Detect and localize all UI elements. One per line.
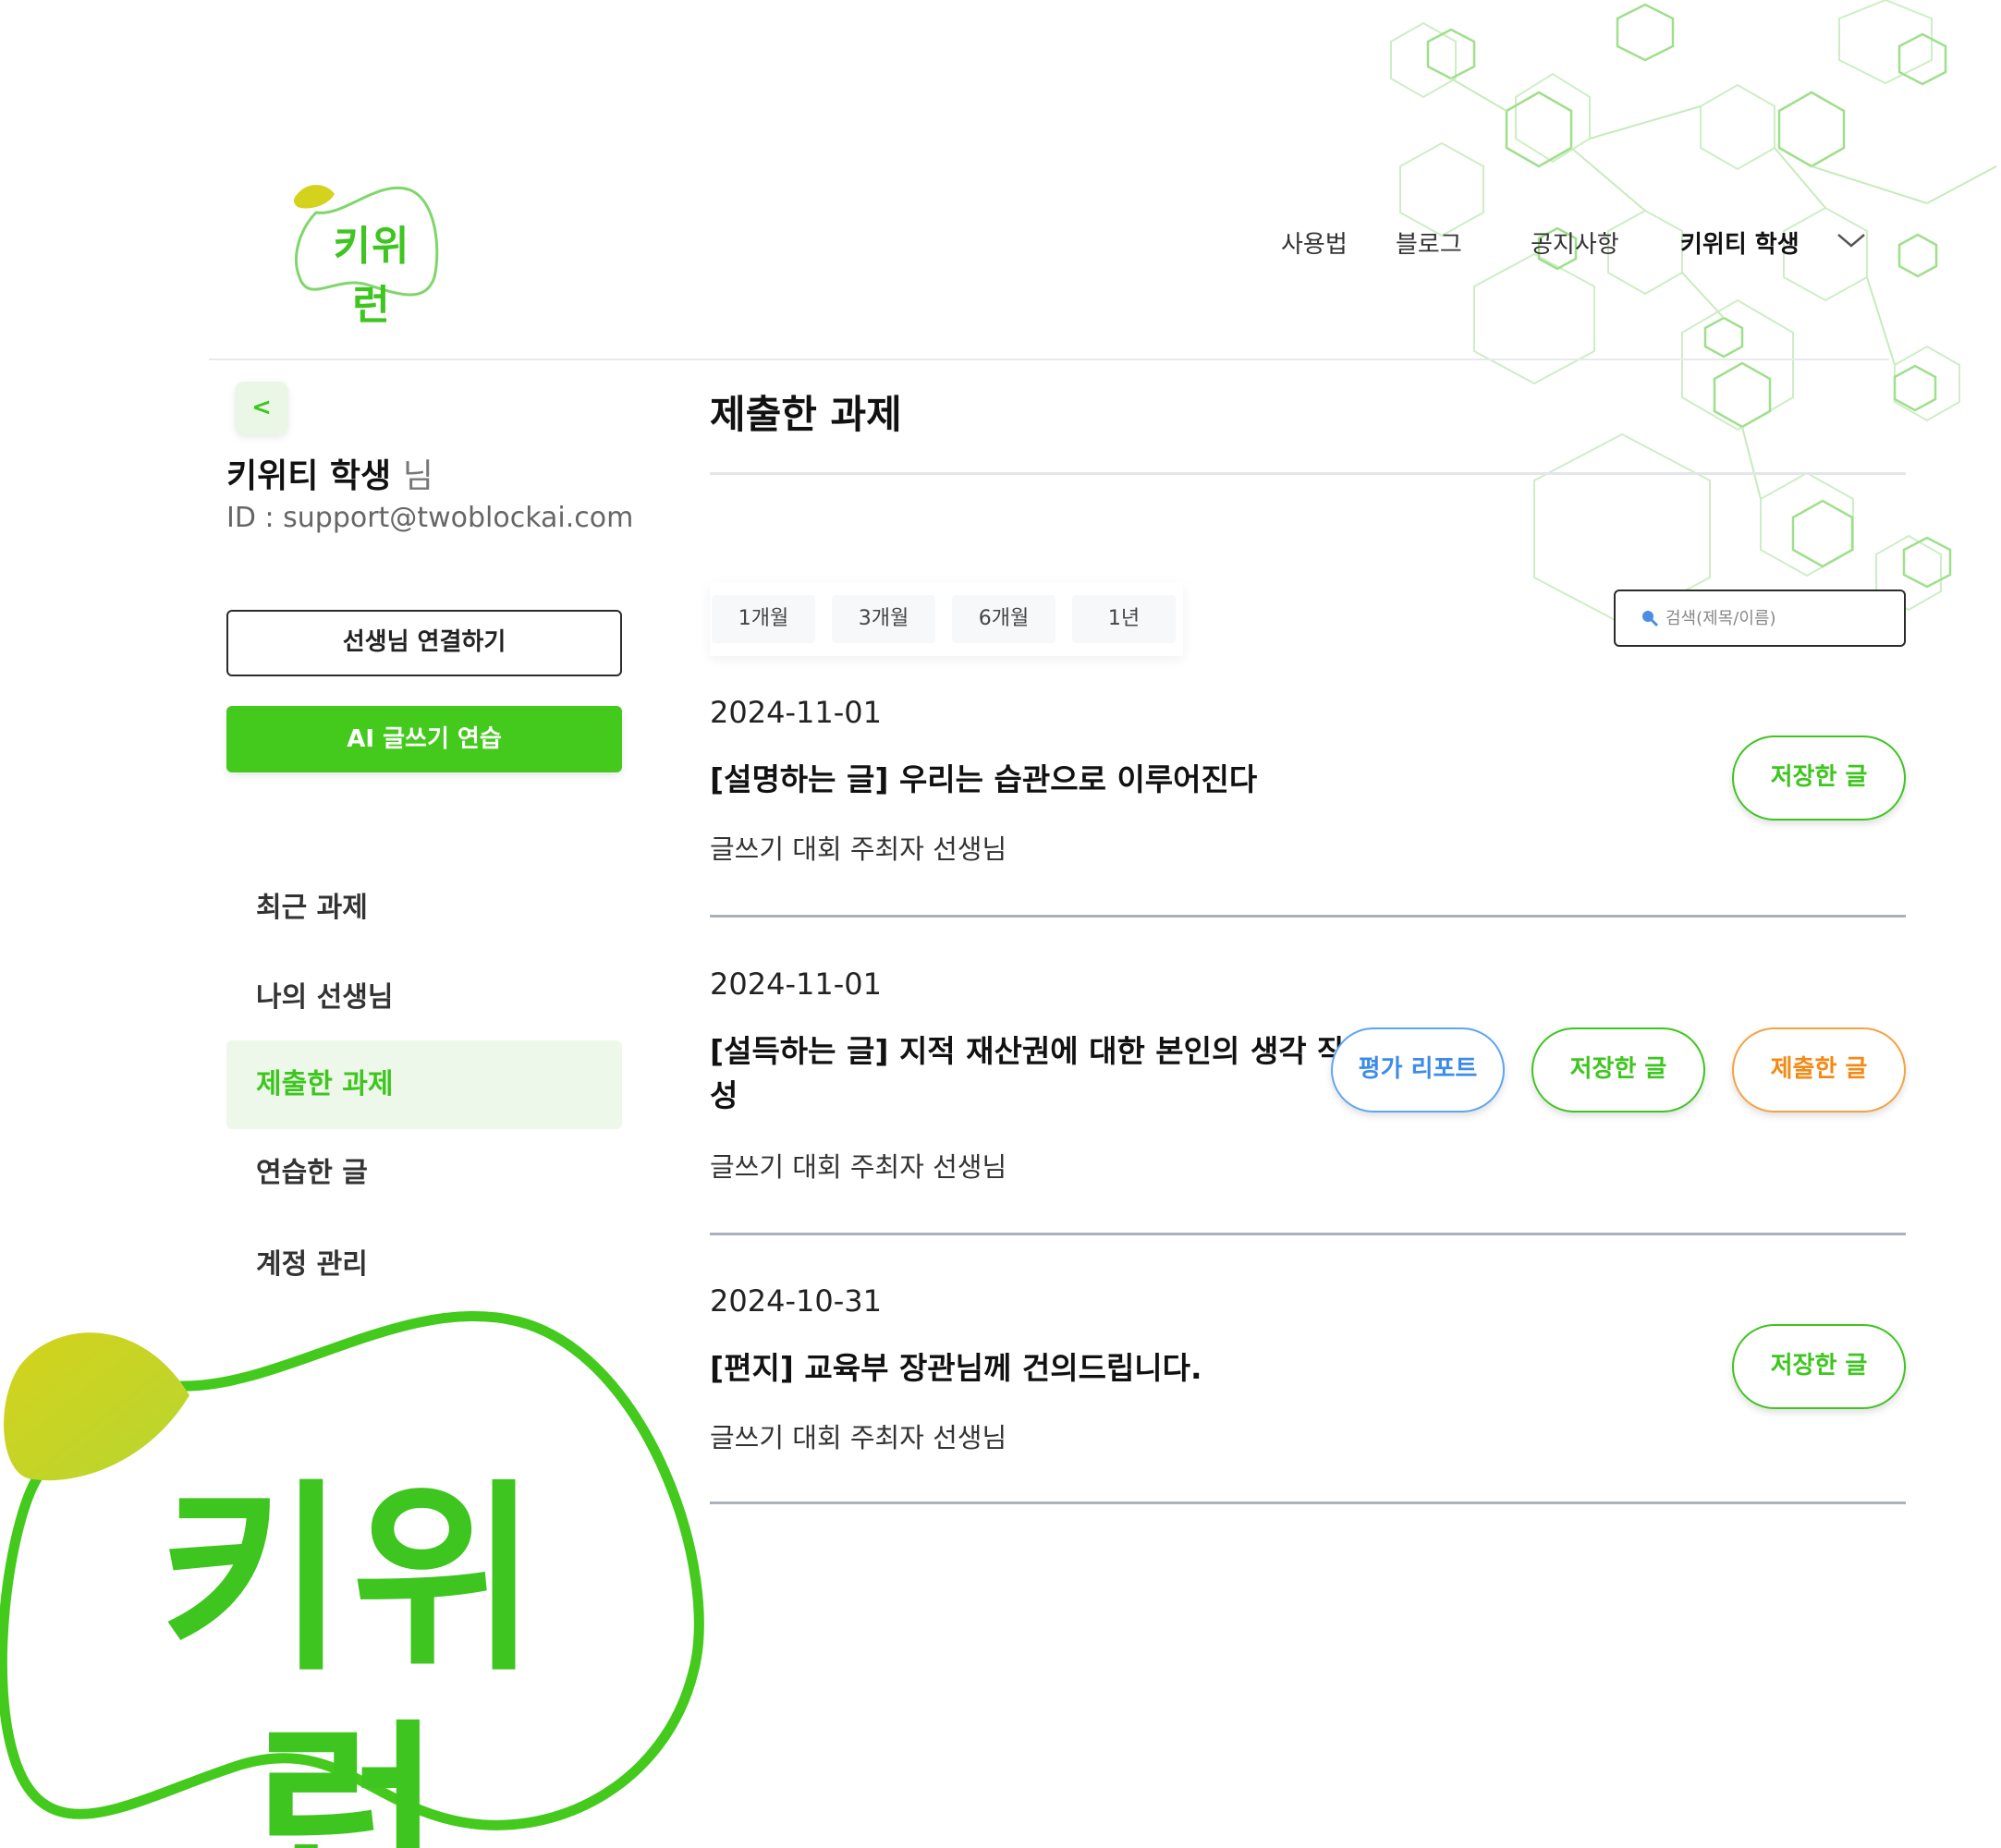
- assignment-title[interactable]: [설명하는 글] 우리는 습관으로 이루어진다: [710, 758, 1634, 802]
- assignment-divider: [710, 1502, 1906, 1504]
- magnifier-icon: [1642, 611, 1659, 627]
- nav-item-notice[interactable]: 공지사항: [1531, 225, 1619, 260]
- evaluation-report-button[interactable]: 평가 리포트: [1331, 1027, 1505, 1112]
- user-name: 키위티 학생 님: [226, 449, 433, 497]
- nav-item-blog[interactable]: 블로그: [1396, 225, 1462, 260]
- assignment-teacher: 글쓰기 대회 주최자 선생님: [710, 833, 1007, 865]
- title-divider: [710, 472, 1906, 475]
- assignment-item: 2024-11-01 [설득하는 글] 지적 재산권에 대한 본인의 생각 작성…: [710, 967, 1906, 1244]
- assignment-item: 2024-11-01 [설명하는 글] 우리는 습관으로 이루어진다 글쓰기 대…: [710, 695, 1906, 921]
- period-tab-6-months[interactable]: 6개월: [952, 595, 1055, 643]
- sidebar-item-submitted-assignments[interactable]: 제출한 과제: [226, 1040, 622, 1129]
- page-title: 제출한 과제: [710, 392, 902, 437]
- nav-user-menu[interactable]: 키위티 학생: [1680, 225, 1800, 260]
- assignment-teacher: 글쓰기 대회 주최자 선생님: [710, 1422, 1007, 1453]
- header-divider: [209, 359, 1889, 360]
- period-filter: 1개월 3개월 6개월 1년: [710, 582, 1183, 656]
- chevron-down-icon[interactable]: [1835, 229, 1868, 251]
- logo-large: 키위런: [0, 1303, 712, 1848]
- sidebar-item-account-settings[interactable]: 계정 관리: [226, 1221, 622, 1309]
- saved-writing-button[interactable]: 저장한 글: [1732, 736, 1906, 821]
- nav-item-usage[interactable]: 사용법: [1281, 225, 1348, 260]
- period-tab-1-year[interactable]: 1년: [1072, 595, 1176, 643]
- user-name-suffix: 님: [402, 457, 433, 495]
- connect-teacher-button[interactable]: 선생님 연결하기: [226, 610, 622, 676]
- assignment-divider: [710, 915, 1906, 918]
- page: 키위런 사용법 블로그 공지사항 키위티 학생 < 키위티 학생 님 ID : …: [0, 0, 2001, 1848]
- user-name-text: 키위티 학생: [226, 457, 392, 495]
- logo-text: 키위런: [333, 223, 410, 329]
- assignment-title[interactable]: [편지] 교육부 장관님께 건의드립니다.: [710, 1346, 1634, 1391]
- assignment-date: 2024-11-01: [710, 695, 882, 730]
- logo-large-text: 키위런: [158, 1462, 544, 1848]
- user-id: ID : support@twoblockai.com: [226, 502, 634, 534]
- sidebar-item-recent-assignments[interactable]: 최근 과제: [226, 864, 622, 953]
- ai-writing-practice-button[interactable]: AI 글쓰기 연습: [226, 706, 622, 772]
- saved-writing-button[interactable]: 저장한 글: [1531, 1027, 1705, 1112]
- search-input[interactable]: [1665, 608, 1897, 628]
- logo-small[interactable]: 키위런: [288, 176, 445, 329]
- period-tab-3-months[interactable]: 3개월: [832, 595, 935, 643]
- sidebar-item-my-teacher[interactable]: 나의 선생님: [226, 954, 622, 1042]
- submitted-writing-button[interactable]: 제출한 글: [1732, 1027, 1906, 1112]
- assignment-divider: [710, 1233, 1906, 1235]
- assignment-teacher: 글쓰기 대회 주최자 선생님: [710, 1151, 1007, 1183]
- assignment-date: 2024-10-31: [710, 1283, 882, 1319]
- sidebar-item-practiced-writing[interactable]: 연습한 글: [226, 1129, 622, 1218]
- assignment-title[interactable]: [설득하는 글] 지적 재산권에 대한 본인의 생각 작성: [710, 1029, 1357, 1118]
- search-box[interactable]: [1614, 590, 1906, 647]
- assignment-item: 2024-10-31 [편지] 교육부 장관님께 건의드립니다. 글쓰기 대회 …: [710, 1283, 1906, 1510]
- period-tab-1-month[interactable]: 1개월: [712, 595, 815, 643]
- saved-writing-button[interactable]: 저장한 글: [1732, 1324, 1906, 1409]
- assignment-date: 2024-11-01: [710, 967, 882, 1002]
- back-button[interactable]: <: [235, 382, 288, 435]
